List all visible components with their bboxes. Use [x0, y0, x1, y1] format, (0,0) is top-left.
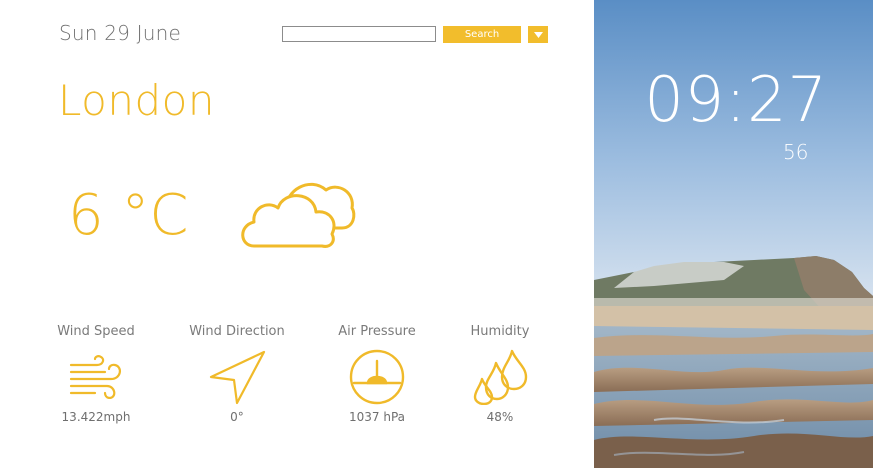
stat-label: Wind Speed	[57, 324, 135, 339]
stat-value: 13.422mph	[61, 410, 131, 424]
clock-panel: 09:27 56	[594, 0, 873, 468]
water-drops-icon	[473, 349, 528, 405]
stat-label: Humidity	[470, 324, 530, 339]
dropdown-button[interactable]	[528, 26, 548, 43]
stat-air-pressure: Air Pressure 1037 hPa	[322, 324, 432, 424]
clock-seconds: 56	[783, 140, 809, 164]
stat-value: 1037 hPa	[348, 410, 405, 424]
search-input[interactable]	[282, 26, 436, 42]
clouds-icon	[241, 183, 356, 248]
stat-value: 0°	[230, 410, 244, 424]
city-name: London	[58, 76, 215, 125]
clock-time: 09:27	[644, 63, 828, 136]
stat-label: Wind Direction	[189, 324, 285, 339]
chevron-down-icon	[533, 31, 543, 38]
search-button[interactable]: Search	[443, 26, 521, 43]
weather-panel: Sun 29 June Search London 6 °C Wind Spee…	[0, 0, 594, 468]
weather-app: Sun 29 June Search London 6 °C Wind Spee…	[0, 0, 873, 468]
current-date: Sun 29 June	[59, 21, 181, 45]
wind-icon	[69, 355, 121, 399]
stat-wind-direction: Wind Direction 0°	[182, 324, 292, 424]
temperature: 6 °C	[68, 183, 189, 248]
stat-value: 48%	[486, 410, 514, 424]
gauge-icon	[349, 349, 405, 405]
direction-arrow-icon	[209, 350, 266, 405]
stat-wind-speed: Wind Speed 13.422mph	[41, 324, 151, 424]
stat-label: Air Pressure	[338, 324, 416, 339]
stat-humidity: Humidity 48%	[445, 324, 555, 424]
